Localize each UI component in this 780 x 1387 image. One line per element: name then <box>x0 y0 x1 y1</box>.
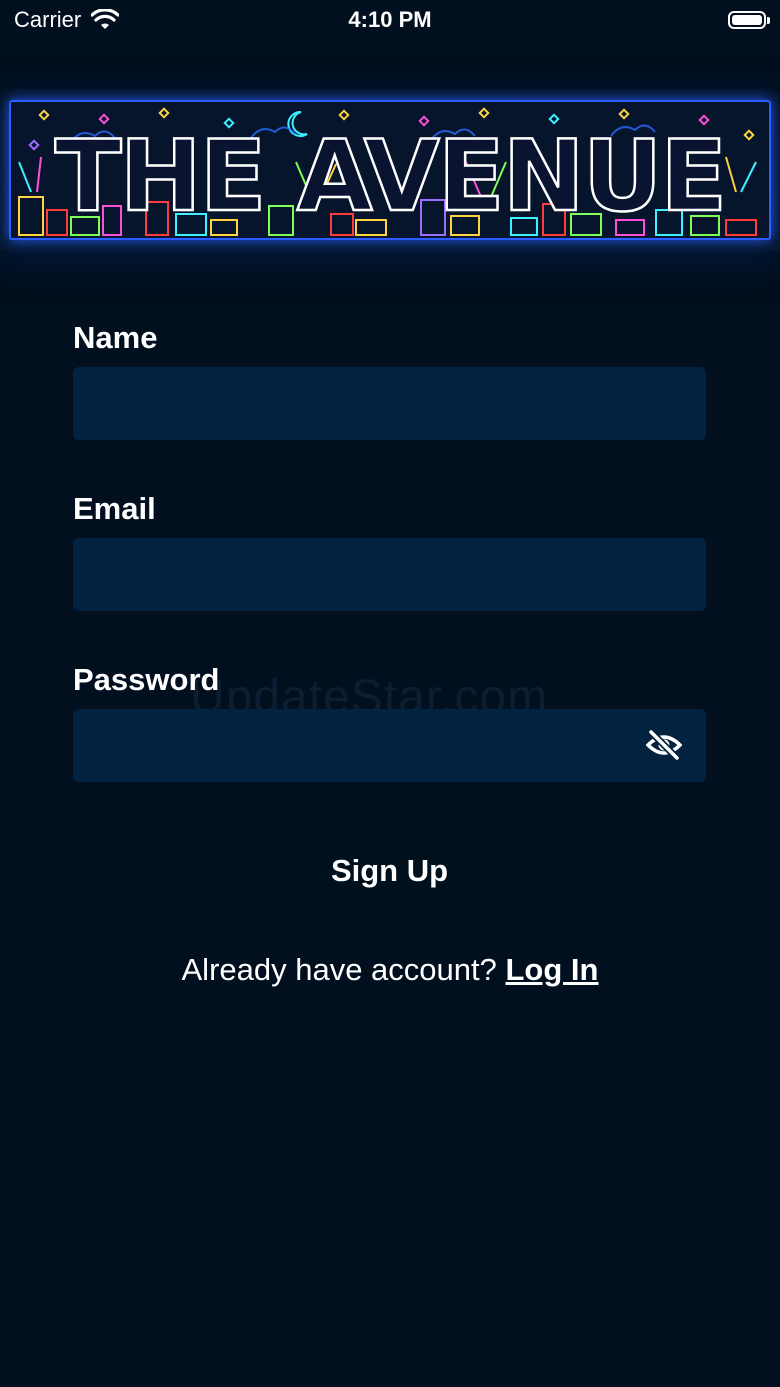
wifi-icon <box>91 9 120 29</box>
password-field[interactable] <box>73 709 706 782</box>
neon-city-logo: THE AVENUE <box>18 107 757 236</box>
password-input[interactable] <box>73 709 706 782</box>
logo-text: THE AVENUE <box>55 120 725 234</box>
sign-up-button[interactable]: Sign Up <box>73 833 706 908</box>
email-label: Email <box>73 491 156 526</box>
email-input[interactable] <box>73 538 706 611</box>
status-bar: Carrier 4:10 PM <box>0 0 780 40</box>
email-field[interactable] <box>73 538 706 611</box>
header-banner: THE AVENUE <box>0 90 780 250</box>
carrier-label: Carrier <box>14 7 82 32</box>
password-label: Password <box>73 662 220 697</box>
battery-icon <box>728 11 770 29</box>
name-label: Name <box>73 320 158 355</box>
login-prompt: Already have account? Log In <box>0 952 780 988</box>
login-prompt-text: Already have account? <box>181 952 497 987</box>
logo-banner: THE AVENUE <box>9 100 771 240</box>
name-field[interactable] <box>73 367 706 440</box>
login-link[interactable]: Log In <box>506 952 599 987</box>
name-input[interactable] <box>73 367 706 440</box>
eye-off-icon[interactable] <box>646 729 682 761</box>
